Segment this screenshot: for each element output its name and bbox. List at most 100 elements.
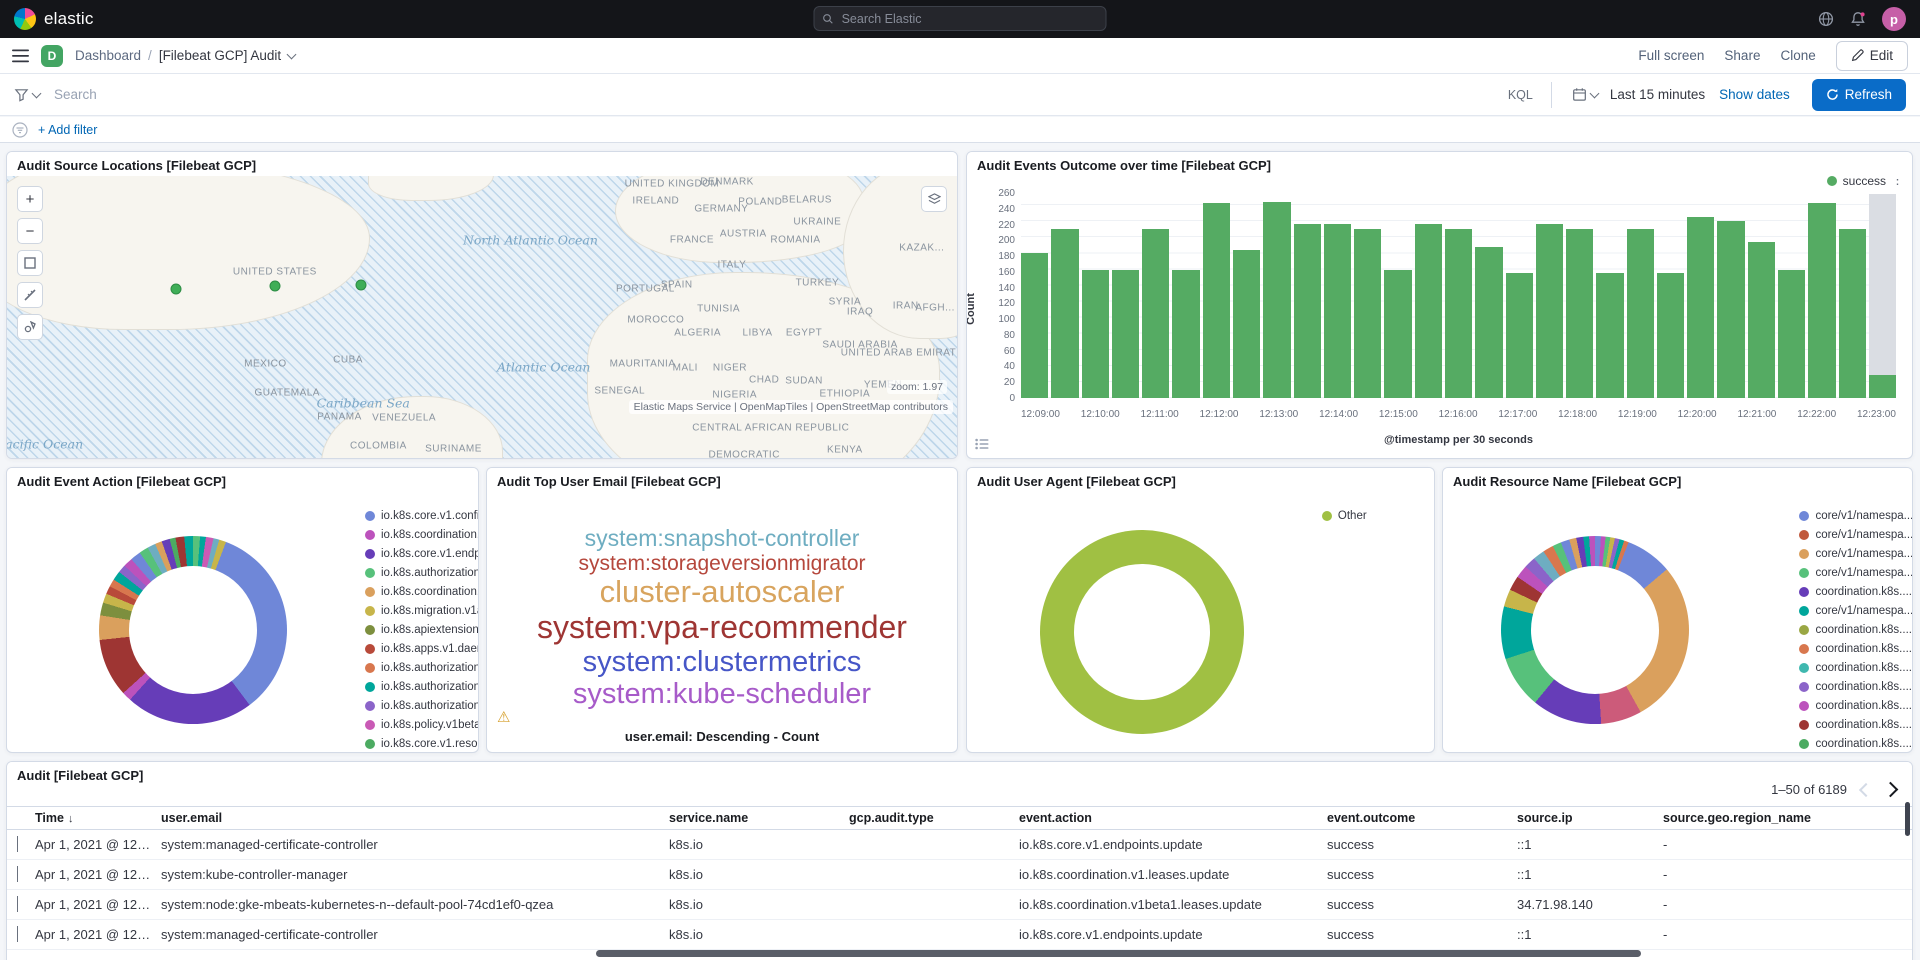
global-search-input[interactable] bbox=[840, 11, 1098, 27]
bar-success[interactable] bbox=[1112, 270, 1139, 398]
tag-cloud-word[interactable]: cluster-autoscaler bbox=[487, 575, 957, 610]
table-row[interactable]: Apr 1, 2021 @ 12:23:35.486system:managed… bbox=[7, 920, 1912, 950]
notifications-bell-icon[interactable] bbox=[1850, 11, 1866, 27]
legend-item[interactable]: io.k8s.core.v1.confi... bbox=[365, 510, 479, 522]
legend-item[interactable]: coordination.k8s.... bbox=[1799, 738, 1913, 750]
bar-success[interactable] bbox=[1203, 203, 1230, 398]
legend-item[interactable]: coordination.k8s.... bbox=[1799, 643, 1913, 655]
bar-success[interactable] bbox=[1506, 273, 1533, 398]
measure-ruler-button[interactable] bbox=[17, 282, 43, 308]
bar-success[interactable] bbox=[1869, 375, 1896, 398]
bar-success[interactable] bbox=[1415, 224, 1442, 398]
tag-cloud-word[interactable]: system:clustermetrics bbox=[487, 646, 957, 678]
bar-success[interactable] bbox=[1051, 229, 1078, 398]
warning-icon[interactable]: ⚠ bbox=[497, 708, 510, 726]
kql-search-input[interactable] bbox=[52, 86, 1490, 103]
zoom-out-button[interactable]: − bbox=[17, 218, 43, 244]
legend-item[interactable]: io.k8s.authorization... bbox=[365, 681, 479, 693]
horizontal-scrollbar-thumb[interactable] bbox=[596, 950, 1641, 957]
user-avatar[interactable]: p bbox=[1882, 7, 1906, 31]
legend-item[interactable]: io.k8s.coordination.... bbox=[365, 529, 479, 541]
time-range-value[interactable]: Last 15 minutes bbox=[1610, 87, 1705, 102]
map-canvas[interactable]: UNITED STATESMEXICOCUBAGUATEMALAPANAMAVE… bbox=[7, 176, 957, 458]
breadcrumb-dashboard-link[interactable]: Dashboard bbox=[75, 48, 141, 63]
donut-ring[interactable] bbox=[1040, 530, 1244, 734]
bar-success[interactable] bbox=[1536, 224, 1563, 398]
legend-item[interactable]: io.k8s.authorization... bbox=[365, 700, 479, 712]
map-data-marker[interactable] bbox=[356, 279, 367, 290]
chevron-down-icon[interactable] bbox=[287, 49, 297, 59]
map-layers-button[interactable] bbox=[921, 186, 947, 212]
legend-item[interactable]: core/v1/namespa... bbox=[1799, 529, 1913, 541]
elastic-brand[interactable]: elastic bbox=[14, 8, 94, 30]
bar-success[interactable] bbox=[1778, 270, 1805, 398]
legend-item[interactable]: coordination.k8s.... bbox=[1799, 662, 1913, 674]
bar-success[interactable] bbox=[1717, 221, 1744, 398]
help-globe-icon[interactable] bbox=[1818, 11, 1834, 27]
global-search[interactable] bbox=[814, 6, 1107, 31]
column-header[interactable]: source.geo.region_name bbox=[1663, 811, 1912, 825]
bar-success[interactable] bbox=[1475, 247, 1502, 398]
legend-item[interactable]: core/v1/namespa... bbox=[1799, 567, 1913, 579]
map-data-marker[interactable] bbox=[171, 284, 182, 295]
legend-item[interactable]: io.k8s.authorization... bbox=[365, 662, 479, 674]
column-header[interactable]: service.name bbox=[669, 811, 849, 825]
bar-success[interactable] bbox=[1263, 202, 1290, 398]
show-dates-button[interactable]: Show dates bbox=[1713, 86, 1796, 103]
bar-success[interactable] bbox=[1748, 242, 1775, 398]
bar-success[interactable] bbox=[1082, 270, 1109, 398]
table-scrollbar-thumb[interactable] bbox=[1905, 802, 1910, 836]
legend-item[interactable]: io.k8s.apiextensions... bbox=[365, 624, 479, 636]
saved-query-menu-button[interactable] bbox=[10, 87, 44, 102]
column-header[interactable]: event.outcome bbox=[1327, 811, 1517, 825]
tag-cloud-word[interactable]: system:vpa-recommender bbox=[487, 610, 957, 646]
hamburger-menu-icon[interactable] bbox=[12, 49, 29, 63]
refresh-button[interactable]: Refresh bbox=[1812, 79, 1906, 111]
bar-success[interactable] bbox=[1172, 270, 1199, 398]
tag-cloud-word[interactable]: system:snapshot-controller bbox=[487, 526, 957, 552]
expand-row-button[interactable] bbox=[7, 897, 35, 912]
column-header[interactable]: source.ip bbox=[1517, 811, 1663, 825]
add-filter-button[interactable]: + Add filter bbox=[38, 123, 97, 137]
zoom-in-button[interactable]: + bbox=[17, 186, 43, 212]
legend-item[interactable]: io.k8s.coordination.... bbox=[365, 586, 479, 598]
bar-success[interactable] bbox=[1687, 217, 1714, 398]
legend-item[interactable]: coordination.k8s.... bbox=[1799, 700, 1913, 712]
bar-success[interactable] bbox=[1566, 229, 1593, 398]
fit-bounds-button[interactable] bbox=[17, 250, 43, 276]
bar-success[interactable] bbox=[1596, 273, 1623, 398]
tag-cloud-word[interactable]: system:storageversionmigrator bbox=[487, 552, 957, 576]
previous-page-icon[interactable] bbox=[1859, 782, 1873, 796]
share-button[interactable]: Share bbox=[1724, 48, 1760, 63]
column-header[interactable]: event.action bbox=[1019, 811, 1327, 825]
bar-success[interactable] bbox=[1233, 250, 1260, 398]
bar-success[interactable] bbox=[1445, 229, 1472, 398]
clone-button[interactable]: Clone bbox=[1780, 48, 1815, 63]
column-header[interactable]: user.email bbox=[161, 811, 669, 825]
kql-search[interactable] bbox=[52, 86, 1490, 103]
bar-success[interactable] bbox=[1657, 273, 1684, 398]
bar-success[interactable] bbox=[1324, 224, 1351, 398]
table-row[interactable]: Apr 1, 2021 @ 12:23:35.855system:kube-co… bbox=[7, 860, 1912, 890]
next-page-icon[interactable] bbox=[1883, 782, 1899, 798]
legend-item[interactable]: io.k8s.migration.v1al... bbox=[365, 605, 479, 617]
legend-item[interactable]: io.k8s.core.v1.resou... bbox=[365, 738, 479, 750]
legend-item[interactable]: coordination.k8s.... bbox=[1799, 719, 1913, 731]
filter-circle-icon[interactable] bbox=[12, 122, 28, 138]
bar-success[interactable] bbox=[1021, 253, 1048, 398]
legend-item[interactable]: coordination.k8s.... bbox=[1799, 586, 1913, 598]
bar-success[interactable] bbox=[1384, 270, 1411, 398]
chart-legend[interactable]: success bbox=[1827, 174, 1886, 188]
legend-item[interactable]: io.k8s.apps.v1.daem... bbox=[365, 643, 479, 655]
table-row[interactable]: Apr 1, 2021 @ 12:23:35.500system:node:gk… bbox=[7, 890, 1912, 920]
full-screen-button[interactable]: Full screen bbox=[1638, 48, 1704, 63]
legend-item[interactable]: io.k8s.core.v1.endp... bbox=[365, 548, 479, 560]
bar-success[interactable] bbox=[1294, 224, 1321, 398]
donut-ring[interactable] bbox=[1501, 536, 1689, 724]
legend-item[interactable]: core/v1/namespa... bbox=[1799, 548, 1913, 560]
space-avatar[interactable]: D bbox=[41, 45, 63, 67]
expand-row-button[interactable] bbox=[7, 837, 35, 852]
bar-success[interactable] bbox=[1627, 229, 1654, 398]
legend-toggle-icon[interactable] bbox=[975, 438, 989, 450]
legend-item[interactable]: coordination.k8s.... bbox=[1799, 681, 1913, 693]
